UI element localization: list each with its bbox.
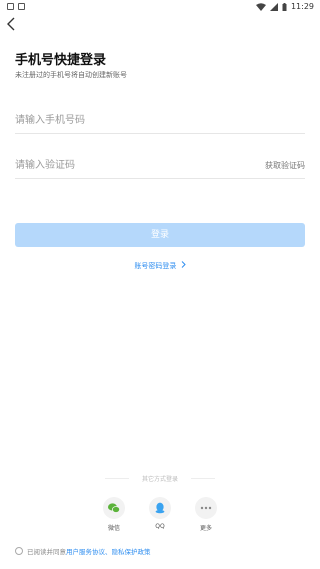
get-code-button[interactable]: 获取验证码 (265, 160, 305, 171)
status-bar: 11:29 (0, 0, 320, 14)
more-icon-circle (195, 497, 217, 519)
wechat-icon (108, 503, 120, 513)
more-icon (200, 506, 212, 510)
page-subtitle: 未注册过的手机号将自动创建新账号 (15, 71, 127, 79)
qq-icon (155, 502, 165, 514)
qq-icon-circle (149, 497, 171, 519)
user-agreement-link[interactable]: 用户服务协议 (66, 546, 105, 556)
back-button[interactable] (5, 16, 19, 32)
app-notification-icon (18, 3, 25, 10)
wechat-icon-circle (103, 497, 125, 519)
more-label: 更多 (199, 525, 212, 532)
more-login-button[interactable]: 更多 (193, 497, 219, 532)
wifi-icon (255, 2, 266, 11)
qq-login-button[interactable]: QQ (147, 497, 173, 530)
agreement-prefix: 已阅读并同意 (27, 548, 66, 556)
battery-icon (282, 2, 287, 11)
agreement-row: 已阅读并同意 用户服务协议 、 隐私保护政策 (15, 546, 151, 556)
divider-line-right (191, 478, 215, 479)
status-system: 11:29 (255, 2, 314, 11)
code-input[interactable] (15, 153, 215, 178)
signal-icon (269, 2, 278, 11)
wechat-login-button[interactable]: 微信 (101, 497, 127, 532)
login-button[interactable]: 登录 (15, 223, 305, 247)
password-login-label: 账号密码登录 (134, 262, 177, 270)
status-notifications (7, 3, 25, 10)
password-login-link[interactable]: 账号密码登录 (0, 261, 320, 271)
code-field: 获取验证码 (15, 153, 305, 179)
qq-label: QQ (155, 523, 165, 530)
gallery-notification-icon (7, 3, 14, 10)
chevron-right-icon (181, 261, 186, 268)
page-title: 手机号快捷登录 (15, 53, 107, 68)
status-time: 11:29 (290, 2, 314, 11)
privacy-policy-link[interactable]: 隐私保护政策 (112, 546, 151, 556)
phone-input[interactable] (15, 108, 215, 133)
back-arrow-icon (7, 17, 15, 31)
phone-field (15, 108, 305, 134)
agreement-checkbox[interactable] (15, 547, 23, 555)
wechat-label: 微信 (107, 525, 120, 532)
other-login-divider: 其它方式登录 (95, 473, 225, 483)
